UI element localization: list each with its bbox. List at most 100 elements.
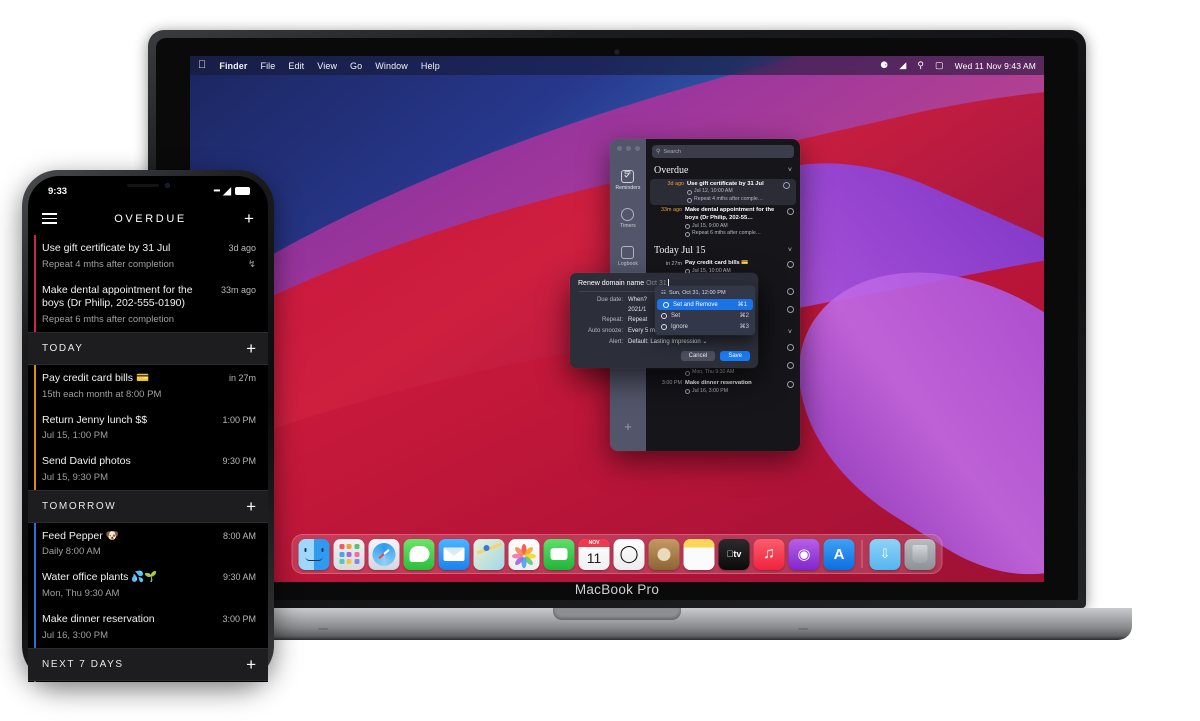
reminder-row[interactable]: 3:00 PM Make dinner reservation Jul 16, 3:… [646,378,800,397]
value-repeat[interactable]: Repeat [628,317,647,323]
dock-icon-messages[interactable] [403,538,435,570]
reminder-title: Pay credit card bills 💳 [685,260,749,267]
menu-item-view[interactable]: View [317,61,337,71]
control-center-icon[interactable]: ⚈ [880,60,888,71]
chevron-down-icon[interactable]: ˅ [788,329,792,336]
dock-icon-photos[interactable] [508,538,540,570]
spotlight-icon[interactable]: ⚲ [917,60,924,71]
dock-icon-trash[interactable] [904,538,936,570]
window-traffic-lights[interactable] [617,146,640,151]
add-to-section-button[interactable]: + [246,498,256,515]
phone-section-header[interactable]: NEXT 7 DAYS + [28,647,268,681]
minimize-button[interactable] [626,146,631,151]
popup-item-set[interactable]: Set ⌘2 [655,310,755,321]
repeat-icon [685,370,690,376]
dock-icon-appstore[interactable]: A [823,538,855,570]
dock-icon-launchpad[interactable] [333,538,365,570]
value-due-date[interactable]: When? [628,297,647,303]
hamburger-icon[interactable] [42,213,57,224]
dock-icon-maps[interactable] [473,538,505,570]
phone-reminder-item[interactable]: Make dental appointment for the boys (Dr… [28,276,268,332]
phone-reminder-item[interactable]: Make dinner reservation 3:00 PM Jul 16, 3:… [28,606,268,648]
dock-icon-downloads-folder[interactable]: ⇩ [869,538,901,570]
dock-icon-podcasts[interactable]: ◉ [788,538,820,570]
add-reminder-button[interactable]: + [244,210,254,227]
complete-checkbox[interactable] [787,343,794,351]
chevron-down-icon[interactable]: ˅ [788,247,792,254]
dock-icon-due[interactable]: ◯ [613,538,645,570]
group-header[interactable]: Today Jul 15 ˅ [646,240,800,259]
phone-reminders-list[interactable]: Use gift certificate by 31 Jul 3d ago Repe… [28,235,268,682]
complete-checkbox[interactable] [787,362,794,370]
phone-reminder-item[interactable]: Feed Pepper 🐶 8:00 AM Daily 8:00 AM [28,522,268,565]
mac-menu-bar[interactable]:  Finder File Edit View Go Window Help ⚈… [190,56,1044,75]
dialog-row-alert[interactable]: Alert: Default: Lasting Impression ⌄ [578,338,750,346]
phone-reminder-item[interactable]: Use gift certificate by 31 Jul 3d ago Repe… [28,235,268,277]
menu-item-file[interactable]: File [260,61,275,71]
menu-bar-clock[interactable]: Wed 11 Nov 9:43 AM [955,61,1036,71]
reminder-meta-text: Repeat 6 mths after comple… [692,230,761,237]
sidebar-item-timers[interactable]: Timers [620,208,636,229]
siri-icon[interactable]: ▢ [935,60,944,71]
close-button[interactable] [617,146,622,151]
phone-section-header[interactable]: TODAY + [28,331,268,365]
complete-checkbox[interactable] [787,380,794,388]
complete-checkbox[interactable] [787,287,794,295]
phone-item-when: 33m ago [220,284,256,295]
reminder-when: in 27m [665,260,682,267]
cancel-button[interactable]: Cancel [680,351,716,361]
reminder-edit-dialog[interactable]: Renew domain name Oct 31 Due date: When?… [570,273,758,368]
phone-reminder-item[interactable]: Send David photos 9:30 PM Jul 15, 9:30 PM [28,448,268,490]
due-date-action-popup[interactable]: ☷ Sun, Oct 31, 12:00 PM Set and Remove ⌘… [655,286,755,335]
value-due-date-raw[interactable]: 2021/1 [628,307,646,313]
chevron-down-icon[interactable]: ˅ [788,167,792,174]
add-to-section-button[interactable]: + [246,340,256,357]
complete-checkbox[interactable] [787,207,794,215]
save-button[interactable]: Save [720,351,750,361]
reminder-row[interactable]: 3d ago Use gift certificate by 31 Jul Jul … [650,179,796,206]
dock-icon-safari[interactable] [368,538,400,570]
label-auto-snooze: Auto snooze: [587,327,623,334]
dock-icon-contacts[interactable] [648,538,680,570]
zoom-button[interactable] [635,146,640,151]
dock-icon-finder[interactable] [298,538,330,570]
sidebar-item-logbook[interactable]: Logbook [618,246,638,267]
menu-item-finder[interactable]: Finder [219,61,247,71]
sidebar-label-reminders: Reminders [615,185,641,191]
sidebar-item-reminders[interactable]: Reminders [615,170,640,191]
dock-icon-mail[interactable] [438,538,470,570]
search-input[interactable]: ⚲ Search [652,145,794,158]
dock-icon-notes[interactable] [683,538,715,570]
apple-logo-icon[interactable]:  [198,60,206,71]
menu-item-edit[interactable]: Edit [288,61,304,71]
phone-reminder-item[interactable]: Pay credit card bills 💳 in 27m 15th each m… [28,364,268,407]
dock-icon-music[interactable]: ♫ [753,538,785,570]
menu-item-go[interactable]: Go [350,61,362,71]
popup-item-set-and-remove[interactable]: Set and Remove ⌘1 [657,299,753,310]
mac-dock[interactable]: NOV 11 ◯ tv ♫ ◉ A ⇩ [291,534,943,574]
status-time: 9:33 [48,185,68,197]
dock-icon-calendar[interactable]: NOV 11 [578,538,610,570]
dock-icon-appletv[interactable]: tv [718,538,750,570]
reminder-row[interactable]: 33m ago Make dental appointment for the b… [646,205,800,239]
complete-checkbox[interactable] [783,181,790,189]
wifi-icon[interactable]: ◢ [899,60,906,71]
phone-section-header[interactable]: TOMORROW + [28,489,268,523]
popup-item-ignore[interactable]: Ignore ⌘3 [655,321,755,332]
value-alert[interactable]: Default: Lasting Impression ⌄ [628,338,707,345]
phone-reminder-item[interactable]: Return Jenny lunch $$ 1:00 PM Jul 15, 1:00… [28,406,268,449]
menu-item-help[interactable]: Help [421,61,440,71]
menu-item-window[interactable]: Window [375,61,408,71]
dock-icon-facetime[interactable] [543,538,575,570]
phone-reminder-item[interactable]: Recycle cans and bottles ♻Sat [28,680,268,682]
complete-checkbox[interactable] [787,306,794,314]
phone-section-label: TODAY [42,342,84,354]
add-to-section-button[interactable]: + [246,656,256,673]
reminder-body: Make dental appointment for the boys (Dr… [685,207,784,238]
iphone-screen[interactable]: 9:33 •••• ◢ OVERDUE + Use gift certifica… [28,176,268,682]
phone-reminder-item[interactable]: Water office plants 💦🌱 9:30 AM Mon, Thu 9:… [28,564,268,607]
dock-divider [861,540,863,568]
complete-checkbox[interactable] [787,261,794,269]
add-reminder-button[interactable]: + [624,420,632,433]
group-header[interactable]: Overdue ˅ [646,160,800,179]
